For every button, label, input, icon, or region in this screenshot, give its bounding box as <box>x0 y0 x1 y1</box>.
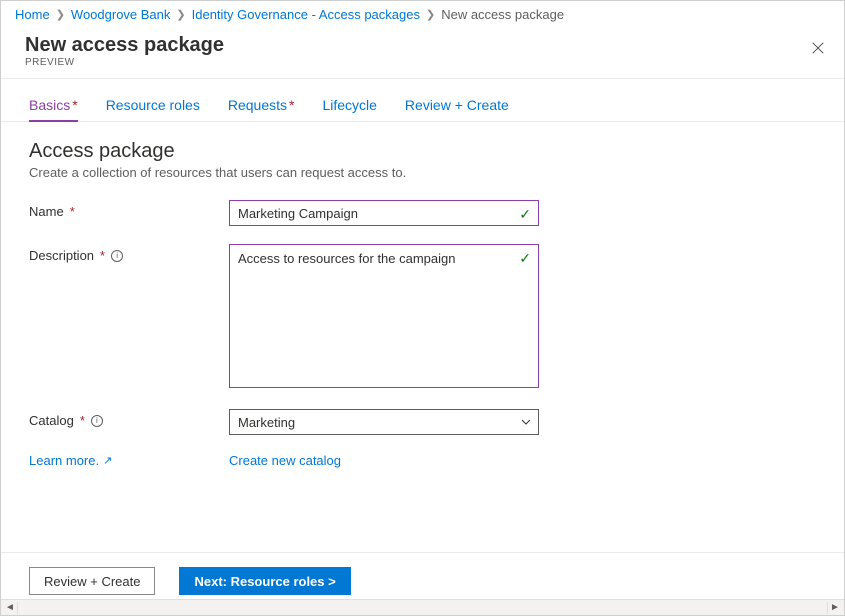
horizontal-scrollbar[interactable]: ◄ ► <box>1 599 844 615</box>
chevron-right-icon: ❯ <box>426 8 435 21</box>
required-star-icon: * <box>72 97 77 113</box>
close-button[interactable] <box>806 36 830 60</box>
tab-bar: Basics* Resource roles Requests* Lifecyc… <box>1 79 844 122</box>
page-title: New access package <box>25 34 820 57</box>
tab-label: Lifecycle <box>322 97 376 113</box>
tab-label: Review + Create <box>405 97 509 113</box>
external-link-icon: ↗ <box>103 454 112 467</box>
chevron-right-icon: ❯ <box>176 8 185 21</box>
info-icon[interactable]: i <box>91 415 103 427</box>
required-star-icon: * <box>289 97 294 113</box>
preview-badge: PREVIEW <box>25 57 820 68</box>
review-create-button[interactable]: Review + Create <box>29 567 155 595</box>
tab-basics[interactable]: Basics* <box>29 97 78 121</box>
name-input[interactable] <box>229 200 539 226</box>
required-star-icon: * <box>100 248 105 263</box>
breadcrumb-current: New access package <box>441 7 564 22</box>
learn-more-text: Learn more. <box>29 453 99 468</box>
catalog-label-text: Catalog <box>29 413 74 428</box>
required-star-icon: * <box>70 204 75 219</box>
catalog-select[interactable]: Marketing <box>229 409 539 435</box>
tab-label: Requests <box>228 97 287 113</box>
close-icon <box>811 41 825 55</box>
tab-review-create[interactable]: Review + Create <box>405 97 509 121</box>
tab-requests[interactable]: Requests* <box>228 97 295 121</box>
breadcrumb-link-governance[interactable]: Identity Governance - Access packages <box>192 7 420 22</box>
description-input[interactable] <box>229 244 539 388</box>
tab-label: Resource roles <box>106 97 200 113</box>
description-label-text: Description <box>29 248 94 263</box>
description-label: Description * i <box>29 244 229 263</box>
section-description: Create a collection of resources that us… <box>29 165 816 180</box>
tab-label: Basics <box>29 97 70 113</box>
footer-actions: Review + Create Next: Resource roles > <box>1 552 844 595</box>
tab-lifecycle[interactable]: Lifecycle <box>322 97 376 121</box>
tab-resource-roles[interactable]: Resource roles <box>106 97 200 121</box>
chevron-down-icon <box>520 416 532 428</box>
chevron-right-icon: ❯ <box>56 8 65 21</box>
scroll-left-arrow-icon[interactable]: ◄ <box>3 601 17 615</box>
required-star-icon: * <box>80 413 85 428</box>
info-icon[interactable]: i <box>111 250 123 262</box>
learn-more-link[interactable]: Learn more. ↗ <box>29 453 112 468</box>
breadcrumb: Home ❯ Woodgrove Bank ❯ Identity Governa… <box>1 1 844 26</box>
scroll-track[interactable] <box>17 602 828 614</box>
create-catalog-link[interactable]: Create new catalog <box>229 453 341 468</box>
breadcrumb-link-woodgrove[interactable]: Woodgrove Bank <box>71 7 171 22</box>
breadcrumb-link-home[interactable]: Home <box>15 7 50 22</box>
scroll-right-arrow-icon[interactable]: ► <box>828 601 842 615</box>
catalog-label: Catalog * i <box>29 409 229 428</box>
name-label-text: Name <box>29 204 64 219</box>
next-button[interactable]: Next: Resource roles > <box>179 567 350 595</box>
name-label: Name * <box>29 200 229 219</box>
catalog-select-value: Marketing <box>238 415 295 430</box>
section-title: Access package <box>29 140 816 163</box>
